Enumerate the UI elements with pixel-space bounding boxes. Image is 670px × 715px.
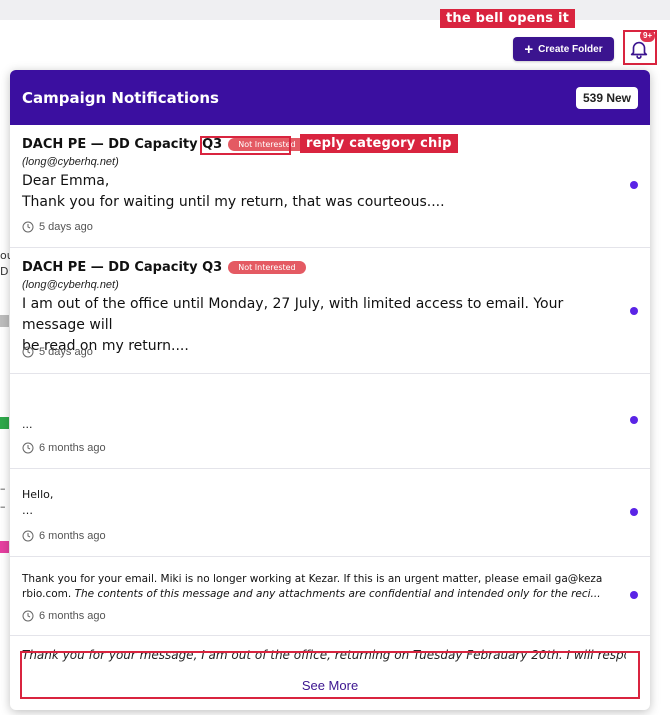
notification-item[interactable]: DACH PE — DD Capacity Q3 Not Interested … [10, 248, 650, 374]
timestamp-text: 6 months ago [39, 442, 106, 454]
plus-icon: + [524, 40, 534, 58]
clock-icon [22, 610, 34, 622]
message-line: I am out of the office until Monday, 27 … [22, 296, 564, 333]
annotation-chip-label: reply category chip [300, 134, 458, 153]
background-text-fragment: – [0, 482, 6, 495]
annotation-chip-box [200, 136, 291, 155]
new-count-badge: 539 New [575, 86, 638, 109]
timestamp-text: 5 days ago [39, 221, 93, 233]
clock-icon [22, 346, 34, 358]
notification-item[interactable]: Thank you for your email. Miki is no lon… [10, 557, 650, 636]
sender-email: (long@cyberhq.net) [22, 156, 119, 168]
timestamp: 6 months ago [22, 442, 106, 454]
timestamp-text: 5 days ago [39, 346, 93, 358]
timestamp: 5 days ago [22, 346, 93, 358]
timestamp: 5 days ago [22, 221, 93, 233]
annotation-bell-label: the bell opens it [440, 9, 576, 28]
unread-indicator [630, 307, 638, 315]
message-line-plain: rbio.com. [22, 588, 72, 600]
message-line: … [22, 504, 33, 517]
notification-item[interactable]: ... 6 months ago [10, 374, 650, 469]
create-folder-label: Create Folder [538, 43, 603, 55]
clock-icon [22, 442, 34, 454]
background-text-fragment: – [0, 500, 6, 513]
reply-category-chip: Not Interested [228, 261, 306, 274]
see-more-button[interactable]: See More [20, 651, 640, 699]
message-line: Thank you for waiting until my return, t… [22, 194, 445, 210]
clock-icon [22, 221, 34, 233]
notification-title-row: DACH PE — DD Capacity Q3 Not Interested [22, 260, 638, 275]
message-preview: ... [22, 418, 33, 431]
unread-indicator [630, 508, 638, 516]
message-line-italic: The contents of this message and any att… [71, 588, 601, 600]
message-line: Hello, [22, 488, 54, 501]
annotation-bell-box [623, 30, 657, 65]
message-line: be read on my return.... [22, 338, 189, 354]
unread-indicator [630, 181, 638, 189]
unread-indicator [630, 416, 638, 424]
timestamp-text: 6 months ago [39, 530, 106, 542]
dropdown-title: Campaign Notifications [22, 88, 219, 107]
background-chip [0, 417, 9, 429]
campaign-name: DACH PE — DD Capacity Q3 [22, 137, 223, 152]
background-text-fragment: D [0, 265, 9, 278]
timestamp-text: 6 months ago [39, 610, 106, 622]
timestamp: 6 months ago [22, 530, 106, 542]
see-more-label: See More [301, 678, 359, 693]
message-line: Dear Emma, [22, 173, 110, 189]
clock-icon [22, 530, 34, 542]
message-preview: Thank you for your email. Miki is no lon… [22, 572, 628, 602]
create-folder-button[interactable]: + Create Folder [513, 37, 614, 61]
unread-indicator [630, 591, 638, 599]
background-chip [0, 541, 9, 553]
notification-item[interactable]: Hello, … 6 months ago [10, 469, 650, 557]
background-chip [0, 315, 9, 327]
message-line: rbio.com. The contents of this message a… [22, 587, 628, 602]
sender-email: (long@cyberhq.net) [22, 279, 119, 291]
message-preview: I am out of the office until Monday, 27 … [22, 294, 622, 357]
campaign-name: DACH PE — DD Capacity Q3 [22, 260, 223, 275]
message-preview: Hello, … [22, 487, 622, 519]
message-preview: Dear Emma, Thank you for waiting until m… [22, 171, 622, 213]
dropdown-header: Campaign Notifications 539 New [10, 70, 650, 125]
message-line: Thank you for your email. Miki is no lon… [22, 573, 603, 585]
timestamp: 6 months ago [22, 610, 106, 622]
notifications-dropdown: Campaign Notifications 539 New DACH PE —… [10, 70, 650, 710]
